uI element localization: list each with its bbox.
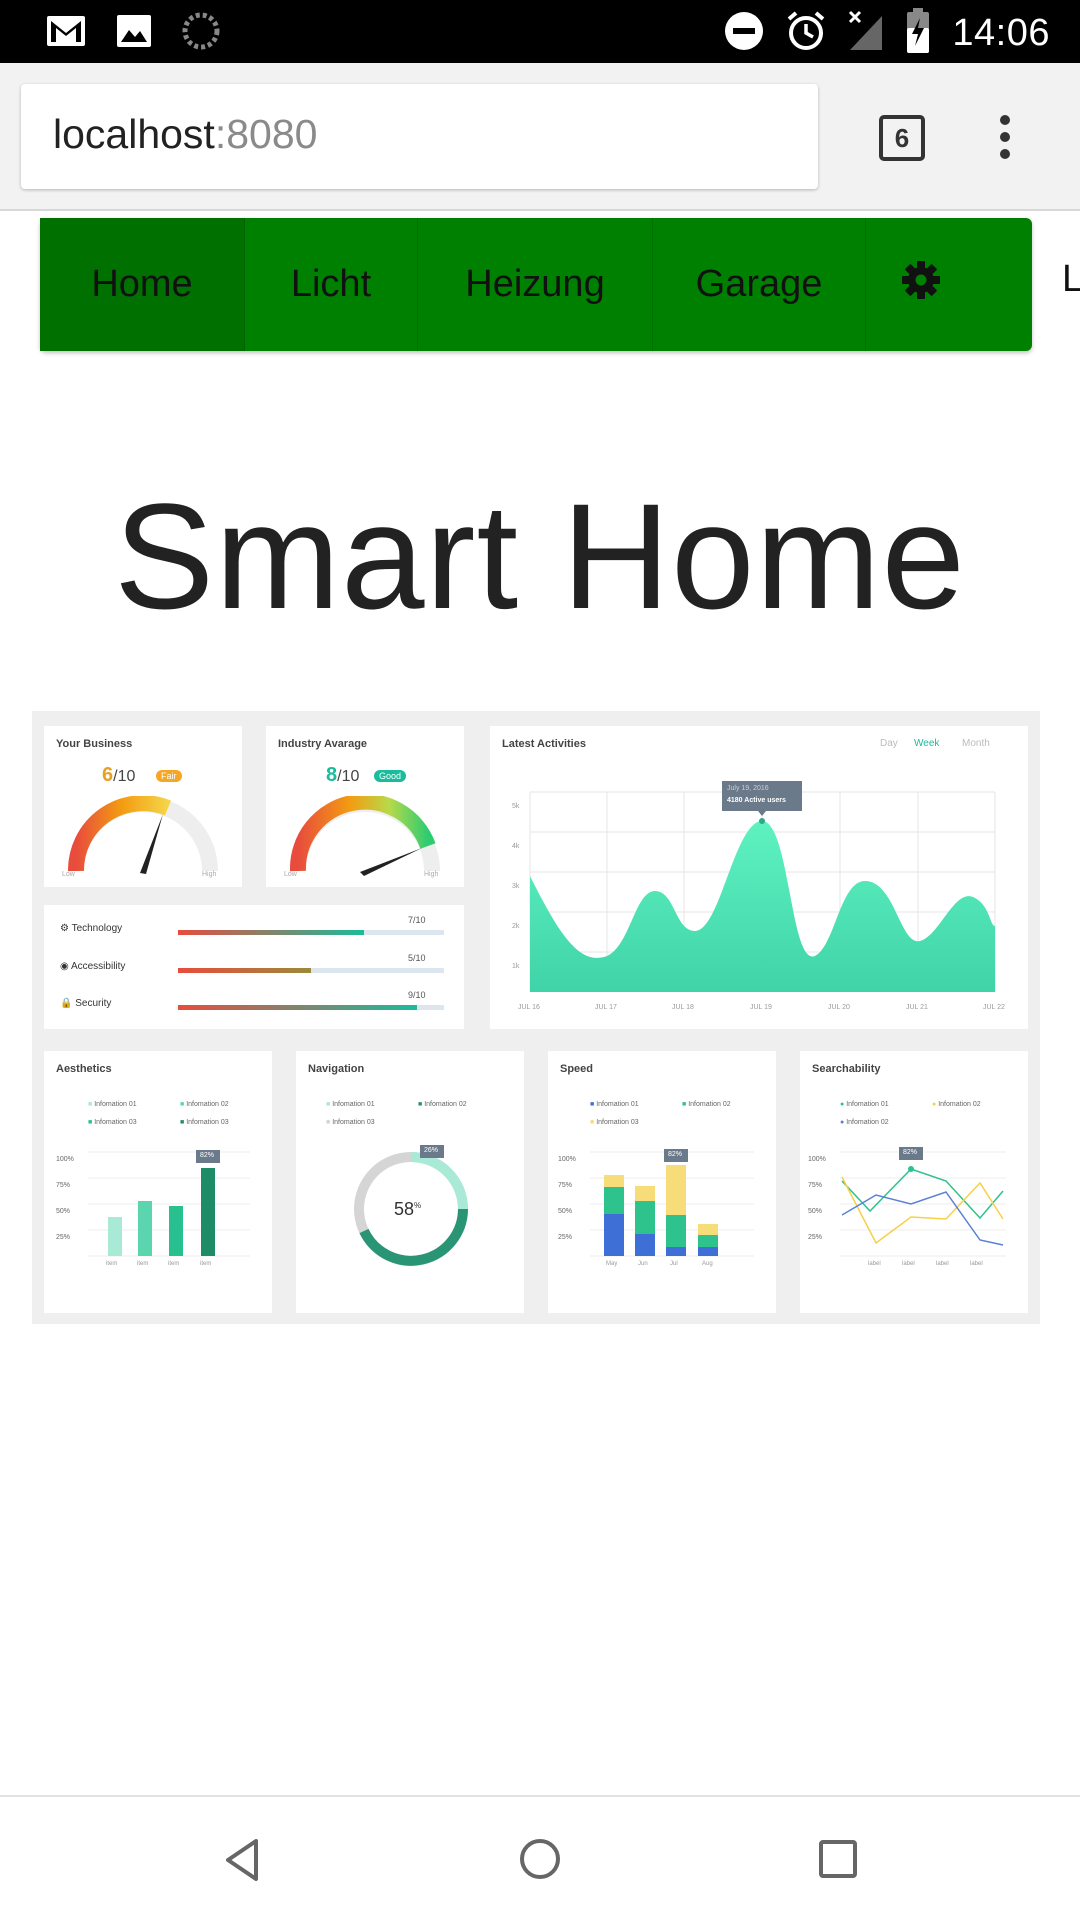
speed-card: Speed ■ Infomation 01 ■ Infomation 02 ■ … <box>548 1051 776 1313</box>
status-bar: 14:06 <box>0 0 1080 63</box>
metric-security: 🔒 Security <box>60 998 112 1009</box>
url-bar[interactable]: localhost:8080 <box>21 84 818 189</box>
searchability-card: Searchability ● Infomation 01 ● Infomati… <box>800 1051 1028 1313</box>
status-badge: Fair <box>156 770 182 782</box>
browser-toolbar: localhost:8080 6 <box>0 63 1080 211</box>
score-value: 8/10 <box>326 764 360 786</box>
dnd-icon <box>724 11 764 56</box>
nav-item-garage[interactable]: Garage <box>653 218 866 351</box>
nav-item-overflow[interactable]: L <box>1062 258 1080 301</box>
tab-switcher-button[interactable]: 6 <box>879 115 925 161</box>
image-icon <box>116 14 152 53</box>
area-chart <box>529 781 996 992</box>
progress-track <box>178 1005 444 1010</box>
nav-item-home[interactable]: Home <box>40 218 245 351</box>
industry-average-card: Industry Avarage 8/10 Good Low High <box>266 726 464 887</box>
y-axis-labels: 5k 4k 3k 2k 1k <box>512 803 520 970</box>
main-navbar: Home Licht Heizung Garage <box>40 218 1032 351</box>
url-text: localhost:8080 <box>53 111 318 157</box>
metric-technology: ⚙ Technology <box>60 923 123 934</box>
gmail-icon <box>46 15 86 52</box>
gauge <box>290 796 440 876</box>
metric-accessibility: ◉ Accessibility <box>60 961 126 972</box>
overflow-menu-icon[interactable] <box>995 115 1015 161</box>
nav-item-settings[interactable] <box>866 218 976 351</box>
gauge <box>68 796 218 874</box>
home-icon[interactable] <box>518 1837 562 1886</box>
progress-track <box>178 930 444 935</box>
score-value: 6/10 <box>102 764 136 786</box>
nav-item-licht[interactable]: Licht <box>245 218 418 351</box>
aesthetics-card: Aesthetics ■ Infomation 01 ■ Infomation … <box>44 1051 272 1313</box>
nav-item-heizung[interactable]: Heizung <box>418 218 653 351</box>
navigation-card: Navigation ■ Infomation 01 ■ Infomation … <box>296 1051 524 1313</box>
card-title: Industry Avarage <box>278 738 368 750</box>
status-badge: Good <box>374 770 407 782</box>
metrics-card: ⚙ Technology 7/10 ◉ Accessibility 5/10 🔒… <box>44 905 464 1029</box>
sync-icon <box>182 12 220 55</box>
system-navigation-bar <box>0 1795 1080 1920</box>
dashboard-preview-image: Your Business 6/10 Fair Low High Industr… <box>32 711 1040 1324</box>
back-icon[interactable] <box>222 1837 262 1888</box>
donut-value: 58% <box>394 1199 422 1219</box>
latest-activities-card: Latest Activities Day Week Month July 19… <box>490 726 1028 1029</box>
clock: 14:06 <box>952 12 1050 54</box>
recents-icon[interactable] <box>818 1839 858 1884</box>
signal-off-icon <box>848 10 884 57</box>
progress-track <box>178 968 444 973</box>
your-business-card: Your Business 6/10 Fair Low High <box>44 726 242 887</box>
alarm-icon <box>786 10 826 57</box>
page-title: Smart Home <box>114 472 966 640</box>
card-title: Your Business <box>56 738 133 750</box>
gear-icon <box>901 260 941 310</box>
battery-charging-icon <box>906 8 930 59</box>
